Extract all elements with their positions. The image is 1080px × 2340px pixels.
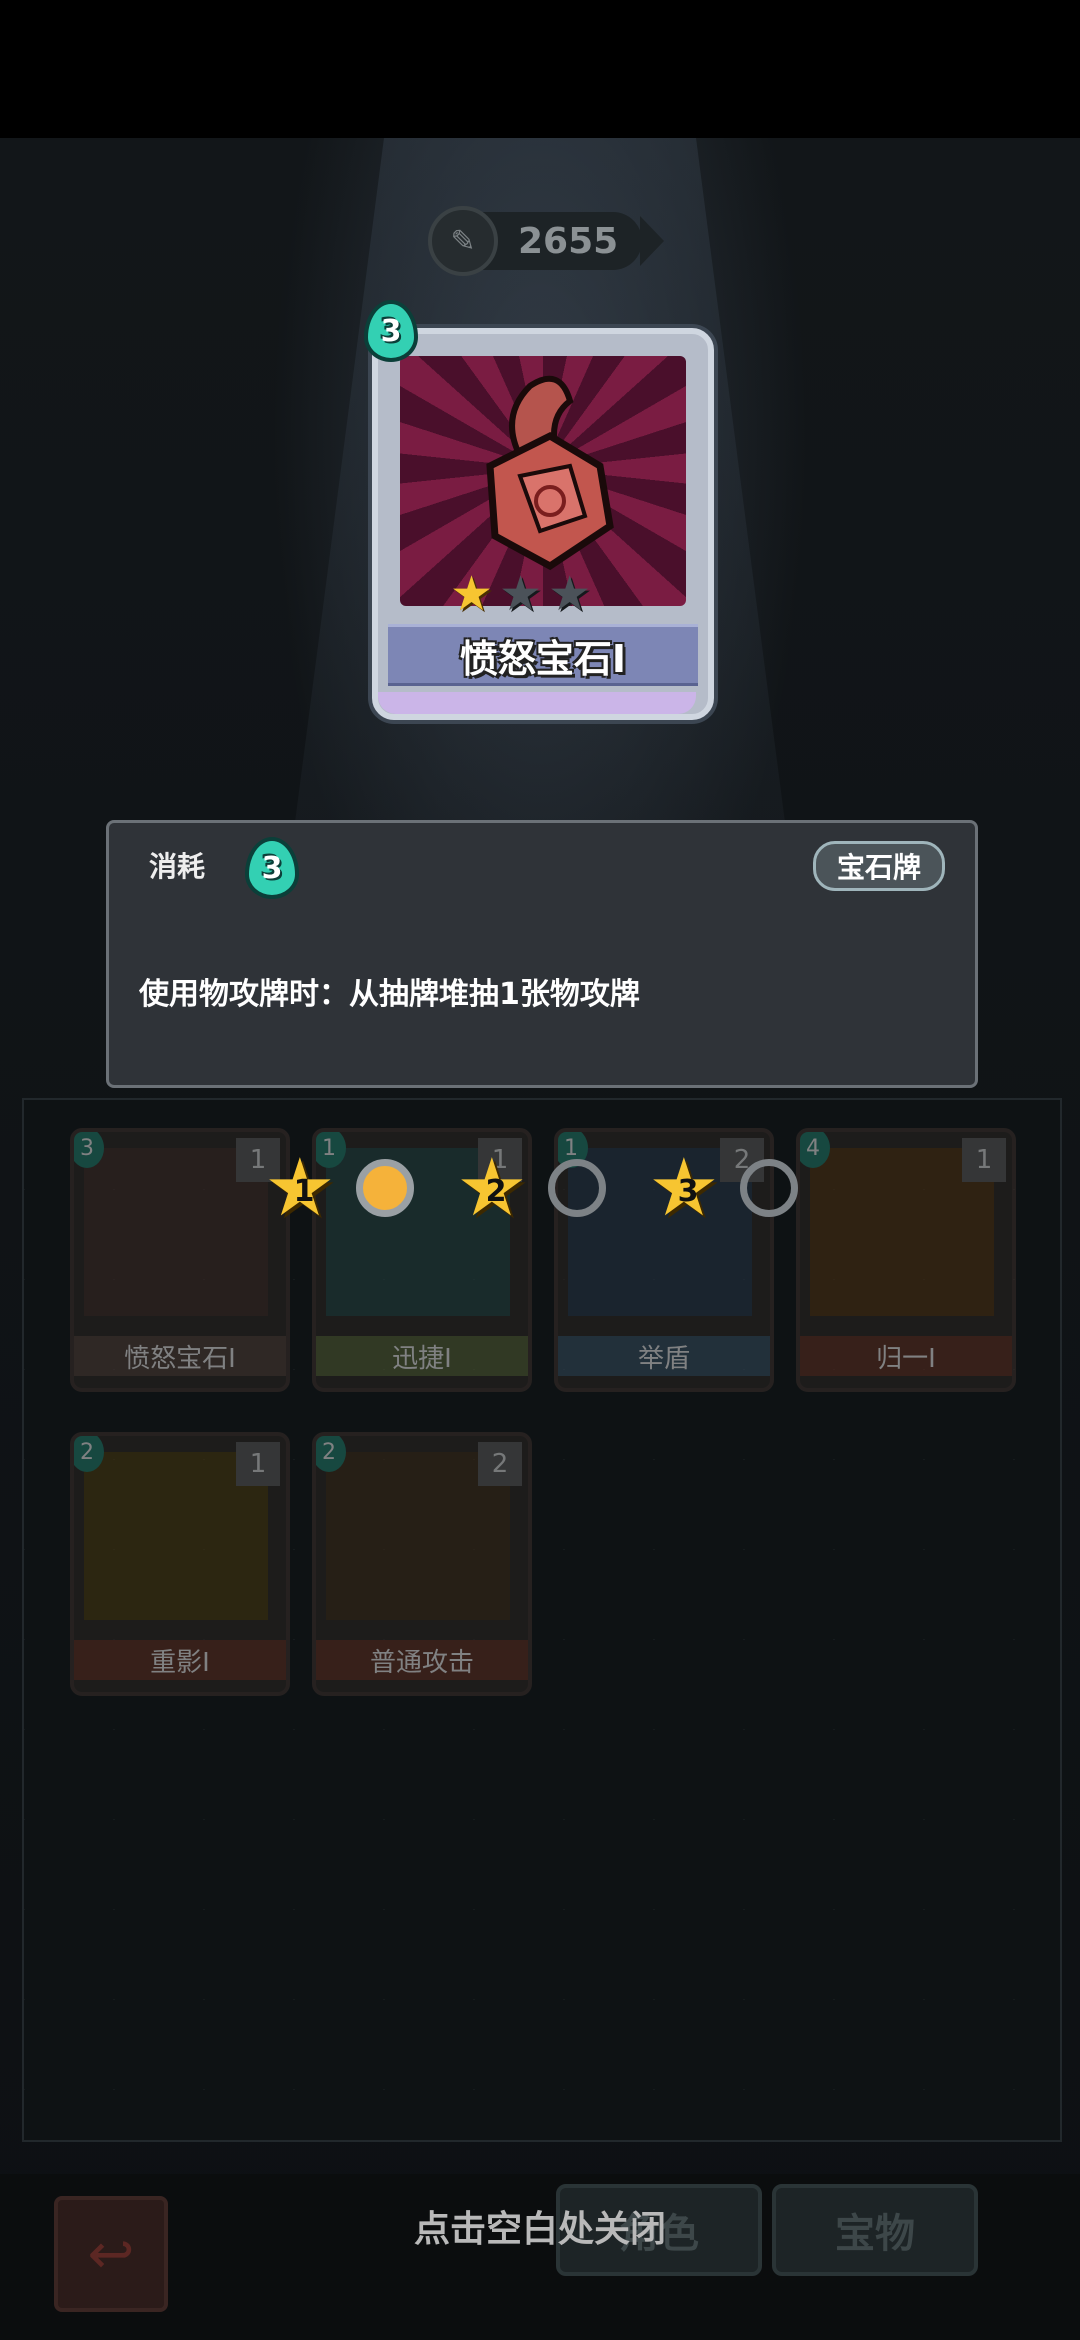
upgrade-tier-3[interactable]: ★ 3 bbox=[648, 1148, 798, 1228]
cost-label: 消耗 bbox=[149, 850, 206, 883]
card-stars: ★ ★ ★ bbox=[450, 570, 591, 618]
upgrade-tier-1[interactable]: ★ 1 bbox=[264, 1148, 414, 1228]
deck-card-name: 愤怒宝石I bbox=[74, 1336, 286, 1376]
currency-amount: 2655 bbox=[518, 220, 619, 262]
card-detail-panel: 消耗 3 宝石牌 使用物攻牌时：从抽牌堆抽1张物攻牌 bbox=[106, 820, 978, 1088]
deck-card[interactable]: 1 4 归一I bbox=[796, 1128, 1016, 1392]
card-description: 使用物攻牌时：从抽牌堆抽1张物攻牌 bbox=[139, 977, 640, 1012]
deck-card-name: 举盾 bbox=[558, 1336, 770, 1376]
card-art-rage-gem bbox=[400, 356, 686, 606]
tier-indicator-empty bbox=[740, 1159, 798, 1217]
deck-card[interactable]: 1 2 重影I bbox=[70, 1432, 290, 1696]
deck-card-name: 迅捷I bbox=[316, 1336, 528, 1376]
deck-card-name: 重影I bbox=[74, 1640, 286, 1680]
selected-card: ★ ★ ★ 愤怒宝石I bbox=[372, 328, 714, 720]
star-icon: ★ bbox=[548, 566, 592, 622]
upgrade-tier-2[interactable]: ★ 2 bbox=[456, 1148, 606, 1228]
deck-card[interactable]: 1 3 愤怒宝石I bbox=[70, 1128, 290, 1392]
deck-card-name: 归一I bbox=[800, 1336, 1012, 1376]
star-icon: ★ bbox=[499, 566, 543, 622]
tier-indicator-empty bbox=[548, 1159, 606, 1217]
pen-coin-icon: ✎ bbox=[428, 206, 498, 276]
deck-card-name: 普通攻击 bbox=[316, 1640, 528, 1680]
card-name: 愤怒宝石I bbox=[388, 624, 698, 686]
deck-card[interactable]: 2 2 普通攻击 bbox=[312, 1432, 532, 1696]
close-hint[interactable]: 点击空白处关闭 bbox=[0, 2200, 1080, 2252]
card-cost: 3 bbox=[364, 300, 418, 362]
detail-cost: 3 bbox=[245, 837, 299, 899]
tier-indicator-filled bbox=[356, 1159, 414, 1217]
currency-display: ✎ 2655 bbox=[428, 206, 664, 276]
star-icon: ★ bbox=[450, 566, 494, 622]
card-type-tag: 宝石牌 bbox=[813, 841, 945, 891]
